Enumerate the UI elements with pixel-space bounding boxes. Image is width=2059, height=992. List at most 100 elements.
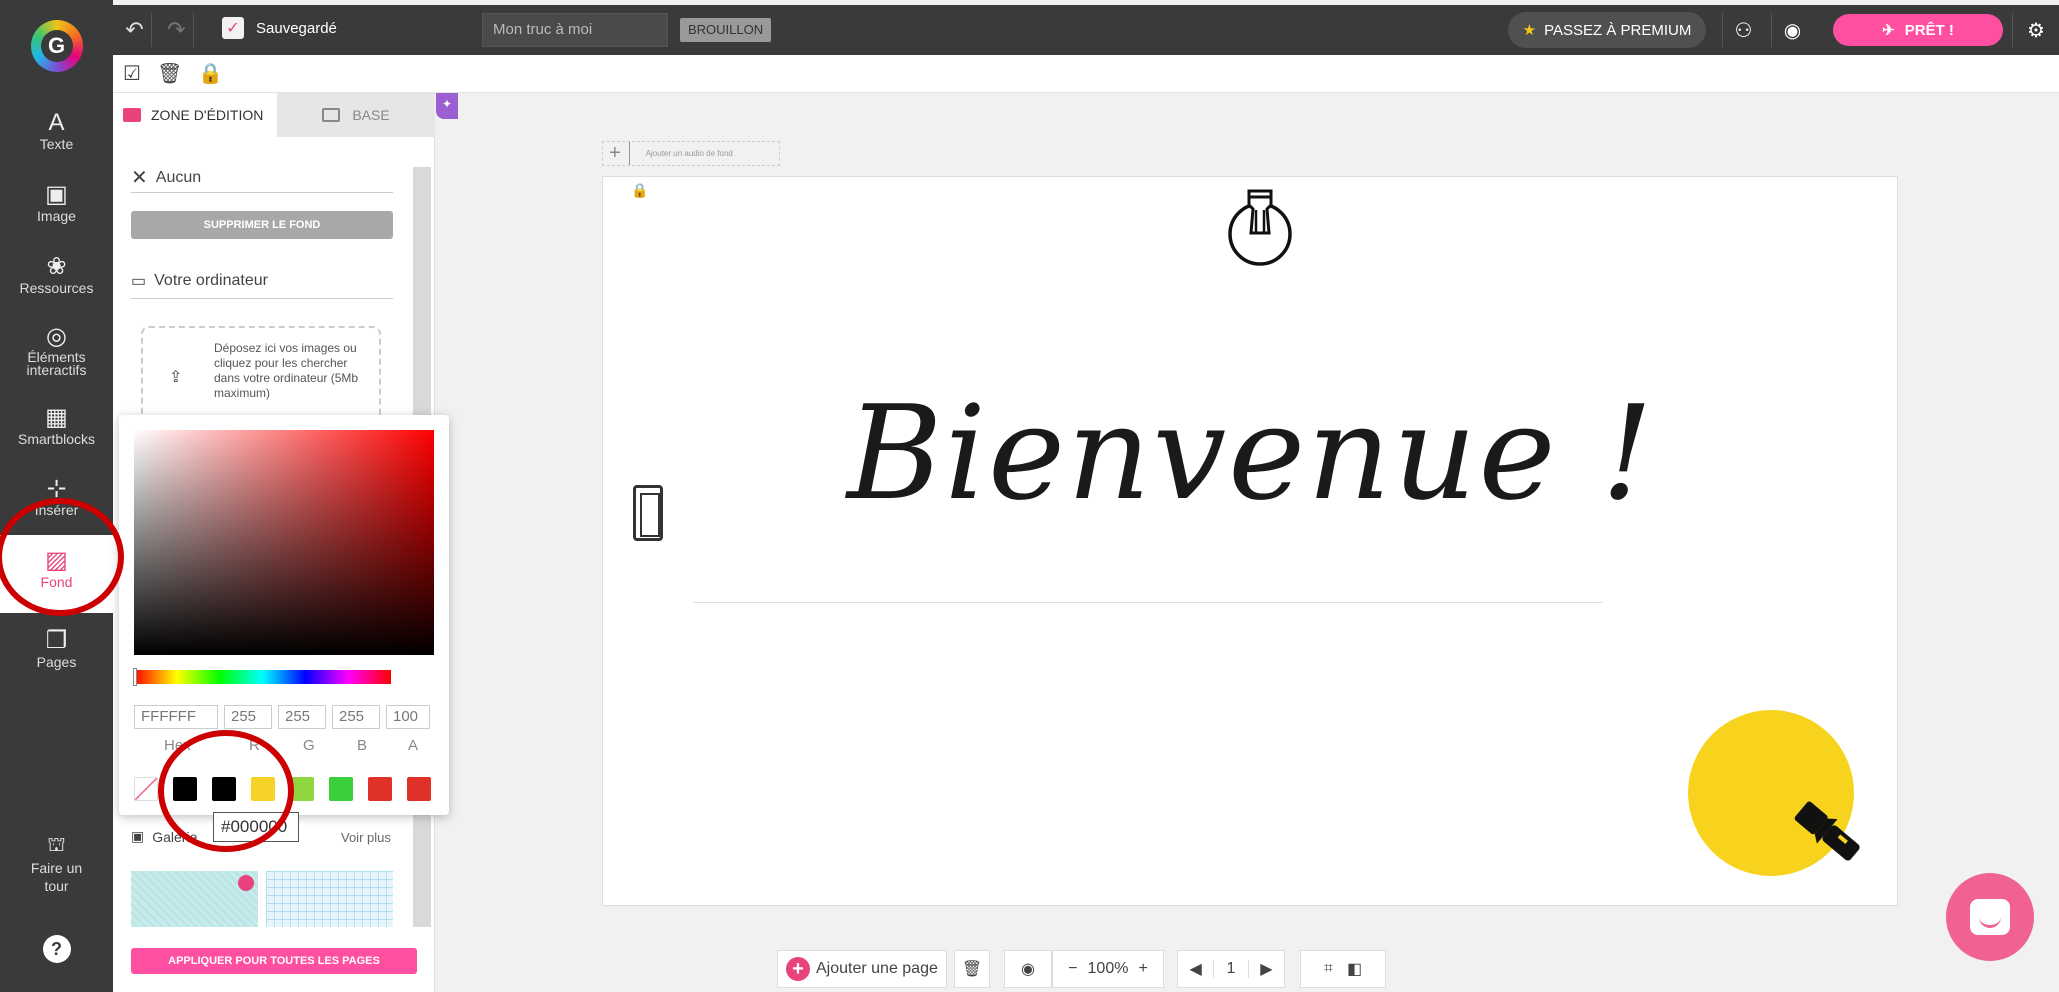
smartblocks-icon: ▦ — [45, 404, 68, 431]
help-icon: ? — [42, 935, 71, 963]
zoom-out-icon[interactable]: − — [1068, 960, 1077, 978]
hex-label: Hex — [164, 737, 191, 754]
tab-zone-edition[interactable]: ZONE D'ÉDITION — [113, 93, 277, 137]
alpha-input[interactable]: 100 — [386, 705, 430, 729]
blue-input[interactable]: 255 — [332, 705, 380, 729]
crop-frame-icon[interactable]: ⌗ — [1324, 960, 1333, 978]
gallery-thumb-dots[interactable] — [131, 871, 258, 927]
rocket-icon: ✈ — [1882, 22, 1895, 39]
none-option[interactable]: ✕ Aucun — [131, 165, 201, 190]
chat-support-button[interactable] — [1946, 873, 2034, 961]
project-title-input[interactable]: Mon truc à moi — [482, 13, 668, 47]
next-page-icon[interactable]: ▶ — [1249, 959, 1284, 979]
ready-button[interactable]: ✈ PRÊT ! — [1833, 14, 2003, 46]
dropzone-text: Déposez ici vos images ou cliquez pour l… — [214, 341, 359, 400]
rail-label: Texte — [39, 136, 74, 152]
tab-base[interactable]: BASE — [277, 93, 435, 137]
green-input[interactable]: 255 — [278, 705, 326, 729]
divider — [131, 298, 393, 299]
swatch[interactable] — [173, 777, 197, 801]
add-page-button[interactable]: + Ajouter une page — [777, 950, 947, 988]
swatch[interactable] — [368, 777, 392, 801]
b-label: B — [357, 737, 368, 754]
saved-label: Sauvegardé — [256, 19, 337, 37]
canvas-page[interactable]: 🔒 Bienvenue ! — [602, 176, 1898, 906]
page-navigator: ◀ 1 ▶ — [1177, 950, 1285, 988]
swatch[interactable] — [212, 777, 236, 801]
rail-item-image[interactable]: ▣ Image — [0, 181, 113, 223]
swatch-transparent[interactable] — [134, 777, 158, 801]
rail-item-texte[interactable]: A Texte — [0, 109, 113, 151]
computer-option[interactable]: ▭ Votre ordinateur — [131, 271, 268, 291]
image-icon: ▣ — [45, 181, 68, 208]
hex-input[interactable]: FFFFFF — [134, 705, 218, 729]
rail-item-tour[interactable]: ⛫ Faire un tour — [0, 831, 113, 895]
saturation-value-area[interactable] — [134, 430, 434, 655]
tab-label: ZONE D'ÉDITION — [151, 107, 264, 123]
save-status: ✓ Sauvegardé — [222, 17, 337, 39]
hue-slider-handle[interactable] — [133, 668, 137, 686]
rail-item-smartblocks[interactable]: ▦ Smartblocks — [0, 404, 113, 446]
lightbulb-icon[interactable] — [1225, 177, 1295, 269]
select-all-icon[interactable]: ☑ — [123, 61, 141, 86]
pin-panel-icon[interactable]: ✦ — [436, 93, 458, 119]
delete-page-trash-icon[interactable]: 🗑 — [954, 950, 990, 988]
interactive-icon: ◎ — [46, 323, 67, 350]
hue-slider[interactable] — [134, 670, 391, 684]
audio-background-bar[interactable]: + Ajouter un audio de fond — [602, 141, 780, 166]
swatch[interactable] — [251, 777, 275, 801]
redo-icon[interactable]: ↷ — [160, 13, 194, 47]
rail-item-fond[interactable]: ▨ Fond — [0, 535, 113, 613]
genially-logo[interactable]: G — [30, 19, 83, 72]
color-picker: FFFFFF 255 255 255 100 Hex R G B A #0000… — [119, 415, 449, 842]
welcome-title[interactable]: Bienvenue ! — [603, 377, 1899, 529]
swatch[interactable] — [290, 777, 314, 801]
text-icon: A — [48, 109, 65, 136]
resources-icon: ❀ — [46, 253, 67, 280]
undo-icon[interactable]: ↶ — [118, 13, 152, 47]
rail-item-pages[interactable]: ❐ Pages — [0, 627, 113, 669]
page-lock-icon[interactable]: 🔒 — [631, 182, 648, 199]
rail-item-ressources[interactable]: ❀ Ressources — [0, 253, 113, 295]
swatch-tooltip: #000000 — [213, 812, 299, 842]
saved-check-icon: ✓ — [222, 17, 244, 39]
top-bar: ↶ ↷ ✓ Sauvegardé Mon truc à moi BROUILLO… — [0, 5, 2059, 55]
gallery-icon: ▣ — [131, 828, 145, 844]
rail-label: Ressources — [19, 280, 94, 296]
flashlight-icon[interactable] — [1783, 792, 1873, 872]
add-page-label: Ajouter une page — [816, 960, 938, 977]
add-audio-icon: + — [609, 142, 630, 165]
zoom-in-icon[interactable]: + — [1138, 960, 1147, 978]
swatch[interactable] — [407, 777, 431, 801]
see-more-link[interactable]: Voir plus — [341, 830, 391, 845]
help-button[interactable]: ? — [0, 935, 113, 963]
swatch[interactable] — [329, 777, 353, 801]
preview-eye-icon[interactable]: ◉ — [1771, 13, 1813, 47]
settings-gear-icon[interactable]: ⚙ — [2012, 13, 2059, 47]
lock-icon[interactable]: 🔒 — [198, 61, 223, 86]
title-guide-line — [693, 602, 1603, 603]
laptop-icon: ▭ — [131, 273, 147, 290]
logo-area: G — [0, 0, 113, 101]
preview-eye-icon-bottom[interactable]: ◉ — [1004, 950, 1052, 988]
rail-label: Faire un tour — [30, 860, 83, 894]
red-input[interactable]: 255 — [224, 705, 272, 729]
add-collaborator-icon[interactable]: ⚇ — [1722, 13, 1764, 47]
plus-icon: + — [786, 957, 810, 981]
rail-item-inserer[interactable]: ⊹ Insérer — [0, 475, 113, 517]
status-badge: BROUILLON — [680, 18, 772, 42]
remove-background-button[interactable]: SUPPRIMER LE FOND — [131, 211, 393, 239]
premium-button[interactable]: ★ PASSEZ À PREMIUM — [1508, 12, 1706, 48]
computer-label: Votre ordinateur — [154, 272, 268, 289]
divider — [131, 192, 393, 193]
color-values: FFFFFF 255 255 255 100 — [134, 705, 430, 729]
trash-icon[interactable]: 🗑 — [157, 61, 182, 86]
gallery-thumb-grid[interactable] — [266, 871, 393, 927]
prev-page-icon[interactable]: ◀ — [1178, 959, 1213, 979]
fit-arrows-icon[interactable]: ◧ — [1347, 959, 1362, 979]
page-number: 1 — [1213, 960, 1249, 978]
rail-item-interactive[interactable]: ◎ Éléments interactifs — [0, 323, 113, 377]
star-icon: ★ — [1522, 22, 1537, 39]
apply-all-pages-button[interactable]: APPLIQUER POUR TOUTES LES PAGES — [131, 948, 417, 974]
left-rail: A Texte ▣ Image ❀ Ressources ◎ Éléments … — [0, 101, 113, 992]
